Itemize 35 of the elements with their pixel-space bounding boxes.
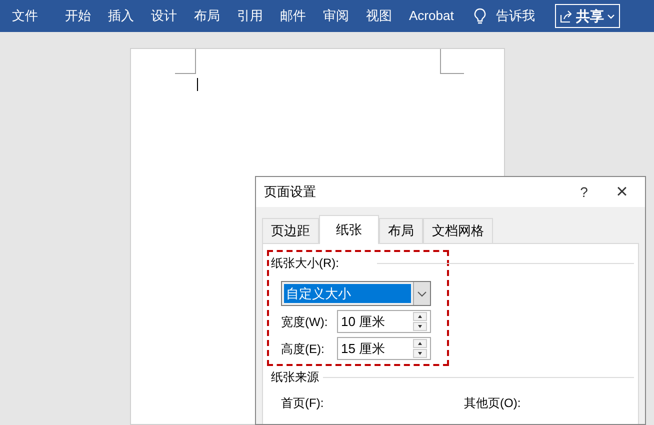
field-label: 高度(E): <box>281 340 326 358</box>
section-label: 纸张大小(R): <box>271 255 339 272</box>
ribbon-tab[interactable]: 布局 <box>194 6 220 26</box>
share-button[interactable]: 共享 <box>554 4 620 28</box>
corner-mark <box>440 49 464 74</box>
ribbon-tab[interactable]: 引用 <box>237 6 263 26</box>
field-label: 宽度(W): <box>281 314 329 330</box>
share-icon <box>560 10 573 22</box>
ribbon-tab[interactable]: 视图 <box>366 6 392 26</box>
text-cursor <box>197 78 198 91</box>
ribbon-tab[interactable]: 文件 <box>12 6 38 26</box>
dialog-title: 页面设置 <box>264 183 317 202</box>
caret-icon <box>606 14 615 18</box>
close-button[interactable]: × <box>599 182 645 202</box>
chevron-down-icon <box>417 290 427 296</box>
tell-me-search[interactable]: 告诉我 <box>496 6 535 26</box>
ribbon-tab[interactable]: 邮件 <box>280 6 306 26</box>
spin-box[interactable]: 10 厘米 <box>337 310 431 333</box>
ribbon-tab[interactable]: 设计 <box>151 6 177 26</box>
spin-box[interactable]: 15 厘米 <box>337 337 431 360</box>
help-button[interactable]: ? <box>569 182 599 202</box>
dialog-tab[interactable]: 页边距 <box>262 218 319 243</box>
ribbon-tab[interactable]: 插入 <box>108 6 134 26</box>
section-label: 纸张来源 <box>271 369 319 386</box>
dialog-tab[interactable]: 文档网格 <box>423 218 493 243</box>
paper-size-dropdown[interactable]: 自定义大小 <box>281 281 431 306</box>
ribbon-tab[interactable]: 开始 <box>65 6 91 26</box>
lightbulb-icon[interactable] <box>474 8 486 24</box>
corner-mark <box>175 49 196 74</box>
dialog-tab[interactable]: 布局 <box>379 218 423 243</box>
dialog-tab[interactable]: 纸张 <box>319 215 379 244</box>
ribbon-tab[interactable]: Acrobat <box>409 6 454 26</box>
ribbon-tab[interactable]: 审阅 <box>323 6 349 26</box>
field-label: 首页(F): <box>281 395 325 412</box>
field-label: 其他页(O): <box>464 395 521 412</box>
